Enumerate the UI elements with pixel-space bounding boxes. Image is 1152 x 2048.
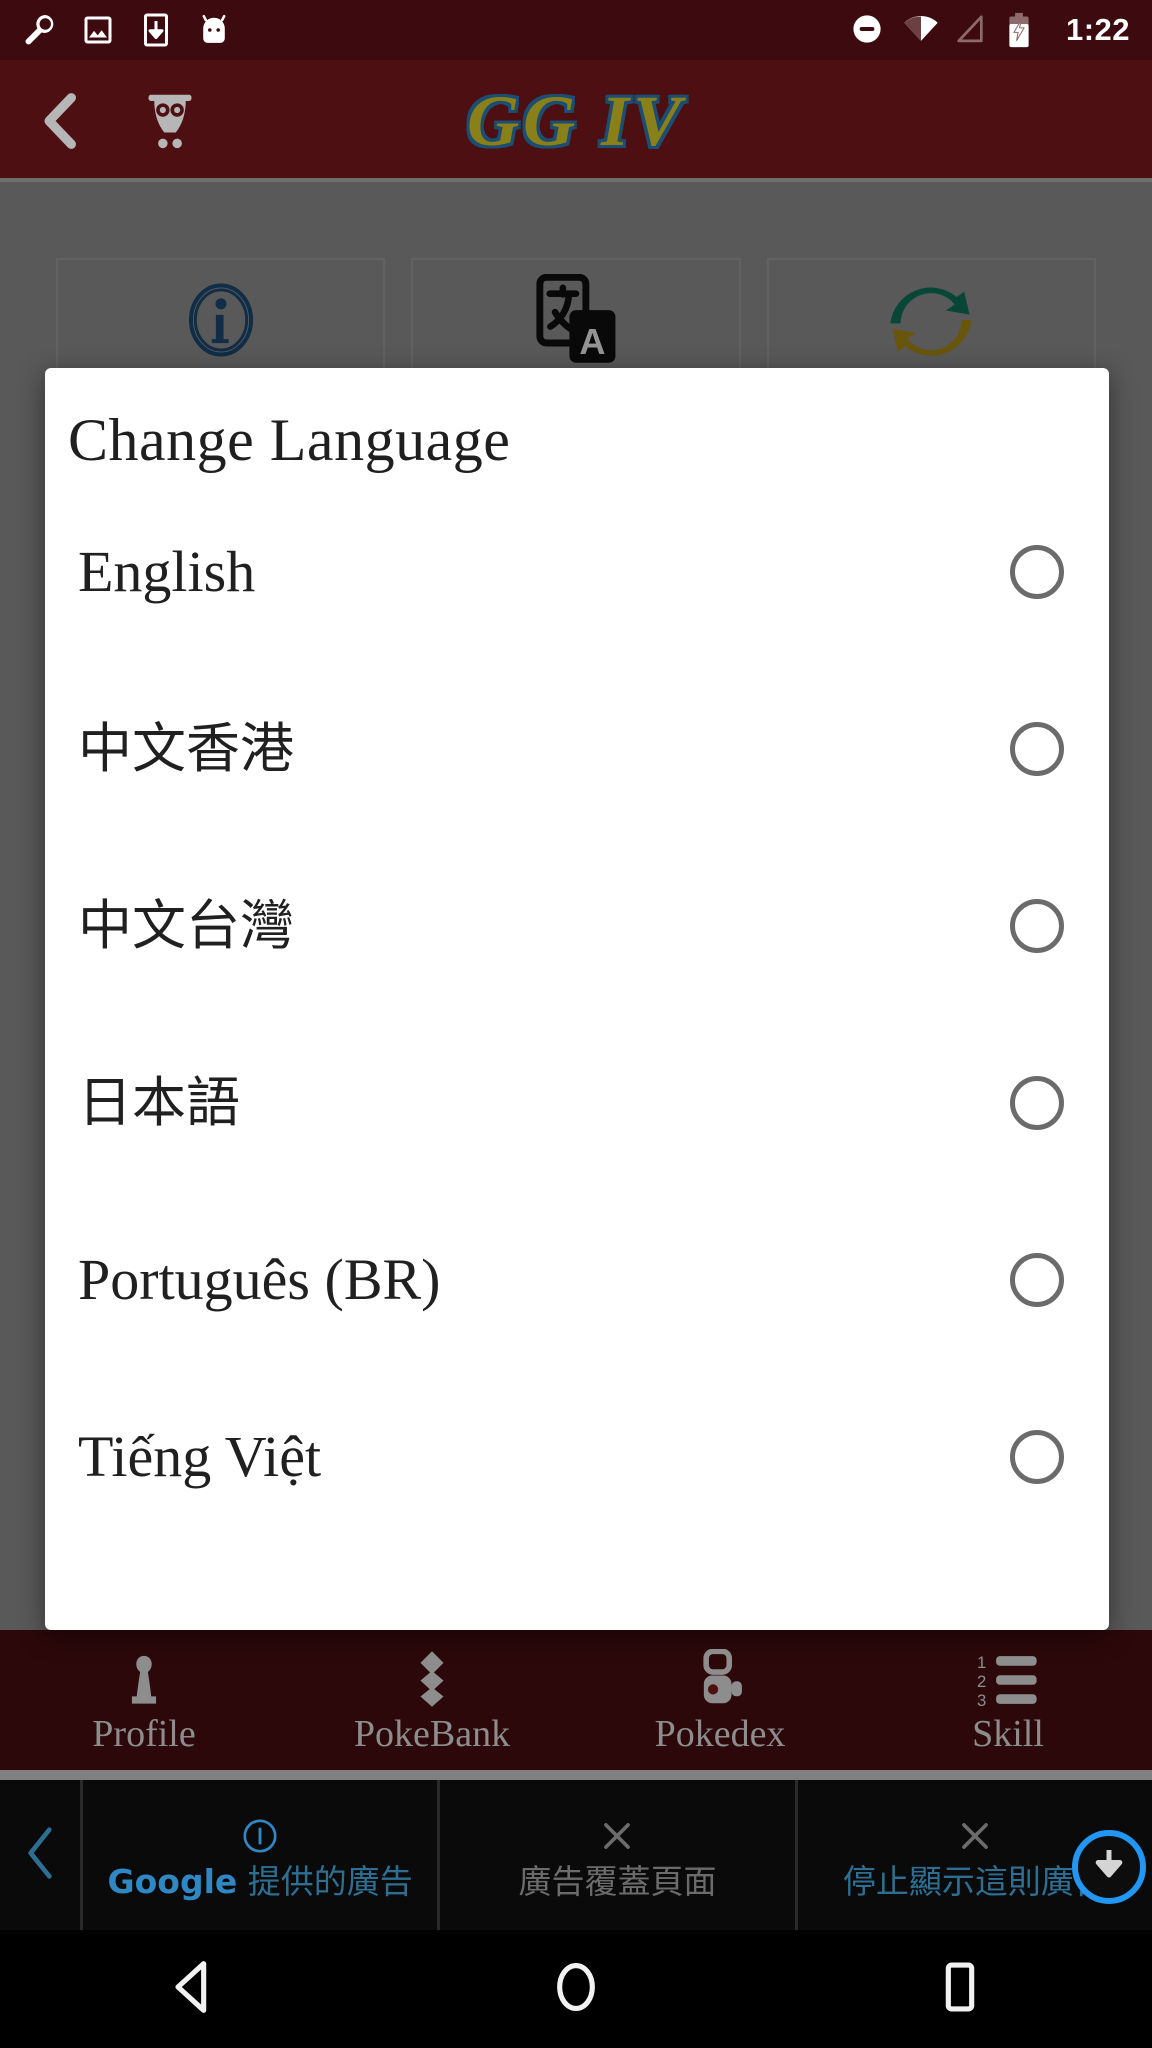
ad-cell-ad-covers-page[interactable]: 廣告覆蓋頁面 xyxy=(440,1780,798,1930)
android-recents-button[interactable] xyxy=(768,1959,1152,2020)
cellular-signal-icon xyxy=(954,12,990,48)
radio-button-japanese[interactable] xyxy=(1010,1075,1064,1130)
phone-screen: A Profile PokeBank Pokedex 1 2 3 Skill E… xyxy=(0,0,1152,2048)
language-label: 中文台灣 xyxy=(78,893,294,957)
back-triangle-icon xyxy=(167,1959,217,2020)
pokedex-device-icon xyxy=(692,1647,748,1709)
ad-back-button[interactable] xyxy=(0,1780,83,1930)
language-label: Português (BR) xyxy=(78,1246,441,1312)
nav-item-pokebank[interactable]: PokeBank xyxy=(288,1647,576,1753)
bottom-navigation: Profile PokeBank Pokedex 1 2 3 Skill xyxy=(0,1630,1152,1770)
nav-label-skill: Skill xyxy=(972,1713,1044,1755)
nav-label-pokedex: Pokedex xyxy=(654,1713,786,1755)
status-bar-clock: 1:22 xyxy=(1065,12,1130,47)
download-arrow-icon xyxy=(1089,1845,1129,1890)
recents-square-icon xyxy=(940,1959,980,2020)
radio-button-chinese-hk[interactable] xyxy=(1010,721,1064,776)
nav-item-pokedex[interactable]: Pokedex xyxy=(576,1647,864,1753)
language-label: Tiếng Việt xyxy=(78,1423,322,1489)
nav-item-profile[interactable]: Profile xyxy=(0,1647,288,1753)
google-wordmark: Google xyxy=(107,1861,238,1901)
android-back-button[interactable] xyxy=(0,1959,384,2020)
language-option-japanese[interactable]: 日本語 xyxy=(45,1014,1109,1191)
nav-item-skill[interactable]: 1 2 3 Skill xyxy=(864,1647,1152,1753)
chevron-left-icon xyxy=(23,1825,57,1886)
app-bar: GG IV xyxy=(0,60,1152,182)
android-navigation-bar xyxy=(0,1930,1152,2048)
ad-cell-stop-showing-ad[interactable]: 停止顯示這則廣告 xyxy=(798,1780,1152,1930)
nav-label-pokebank: PokeBank xyxy=(353,1713,511,1755)
home-circle-icon xyxy=(552,1959,600,2020)
stacked-diamonds-icon xyxy=(403,1647,461,1709)
android-head-icon xyxy=(196,12,232,48)
info-circle-icon xyxy=(241,1813,279,1859)
image-icon xyxy=(80,12,116,48)
nav-label-profile: Profile xyxy=(92,1713,196,1755)
status-bar-right-icons: 1:22 xyxy=(850,12,1130,48)
app-bar-separator xyxy=(0,178,1152,182)
language-option-portuguese-br[interactable]: Português (BR) xyxy=(45,1191,1109,1368)
radio-button-portuguese-br[interactable] xyxy=(1010,1252,1064,1307)
wrench-icon xyxy=(22,12,58,48)
radio-button-vietnamese[interactable] xyxy=(1010,1429,1064,1484)
change-language-dialog: English 中文香港 中文台灣 日本語 Português (BR) Tiế xyxy=(45,368,1109,1630)
ad-cell-google-ads[interactable]: Google 提供的廣告 xyxy=(83,1780,441,1930)
dialog-title: Change Language xyxy=(68,407,511,473)
close-x-icon xyxy=(956,1813,994,1859)
ad-label-ad-covers-page: 廣告覆蓋頁面 xyxy=(518,1861,717,1901)
radio-button-chinese-tw[interactable] xyxy=(1010,898,1064,953)
language-label: English xyxy=(78,538,256,604)
svg-text:3: 3 xyxy=(977,1691,986,1709)
language-option-chinese-tw[interactable]: 中文台灣 xyxy=(45,837,1109,1014)
radio-button-english[interactable] xyxy=(1010,544,1064,599)
language-label: 中文香港 xyxy=(78,716,294,780)
wifi-icon xyxy=(902,12,938,48)
person-icon xyxy=(115,1647,173,1709)
do-not-disturb-icon xyxy=(850,12,886,48)
ad-label-suffix: 提供的廣告 xyxy=(237,1861,413,1901)
language-label: 日本語 xyxy=(78,1070,240,1134)
language-option-english[interactable]: English xyxy=(45,483,1109,660)
status-bar: 1:22 xyxy=(0,0,1152,60)
language-option-chinese-hk[interactable]: 中文香港 xyxy=(45,660,1109,837)
close-x-icon xyxy=(598,1813,636,1859)
download-icon xyxy=(138,12,174,48)
svg-text:2: 2 xyxy=(977,1672,986,1691)
android-home-button[interactable] xyxy=(384,1959,768,2020)
download-fab-button[interactable] xyxy=(1071,1830,1146,1904)
numbered-list-icon: 1 2 3 xyxy=(977,1647,1039,1709)
back-icon[interactable] xyxy=(30,90,92,152)
ad-label-stop-showing-ad: 停止顯示這則廣告 xyxy=(842,1861,1107,1901)
battery-charging-icon xyxy=(1006,12,1042,48)
ad-label-google-ads: Google 提供的廣告 xyxy=(108,1865,413,1898)
svg-text:1: 1 xyxy=(977,1653,986,1672)
language-option-list: English 中文香港 中文台灣 日本語 Português (BR) Tiế xyxy=(45,483,1109,1545)
language-option-vietnamese[interactable]: Tiếng Việt xyxy=(45,1368,1109,1545)
owl-icon[interactable] xyxy=(142,90,198,152)
ad-choices-strip: Google 提供的廣告 廣告覆蓋頁面 停止顯示這則廣告 xyxy=(0,1780,1152,1930)
status-bar-left-icons xyxy=(22,12,232,48)
